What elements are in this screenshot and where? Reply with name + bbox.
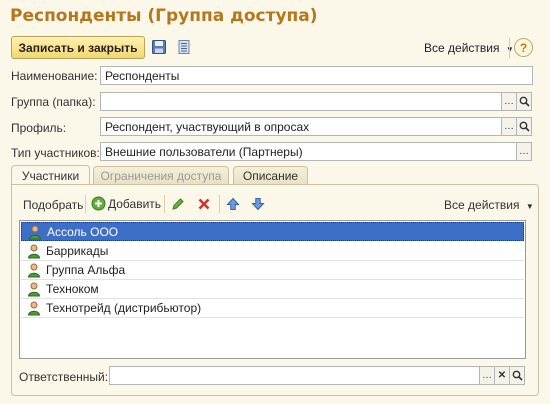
group-label: Группа (папка): [11,95,96,109]
user-icon [27,244,41,259]
arrow-down-icon [251,198,265,211]
pencil-icon [172,198,184,210]
ellipsis-icon: … [504,121,514,132]
profile-field[interactable]: Респондент, участвующий в опросах [100,117,502,136]
responsible-open-button[interactable] [510,366,525,385]
search-icon [519,96,530,107]
name-field[interactable]: Респонденты [100,66,533,85]
ellipsis-icon: … [519,146,529,157]
arrow-up-icon [226,197,240,210]
profile-select-button[interactable]: … [502,117,517,136]
list-item-label: Технотрейд (дистрибьютор) [46,301,202,315]
help-icon: ? [519,40,528,55]
list-item-label: Техноком [46,282,99,296]
window-title: Респонденты (Группа доступа) [10,6,318,26]
list-icon[interactable] [176,39,192,58]
pick-button[interactable]: Подобрать [23,198,83,212]
tab-access-restrictions[interactable]: Ограничения доступа [93,166,229,185]
search-icon [519,121,530,132]
add-button[interactable]: Добавить [91,196,161,211]
delete-button[interactable] [197,197,211,214]
help-button[interactable]: ? [514,38,533,57]
edit-button[interactable] [171,197,185,214]
user-icon [27,282,41,297]
participants-type-field[interactable]: Внешние пользователи (Партнеры) [100,142,517,161]
save-and-close-button[interactable]: Записать и закрыть [11,36,145,59]
all-actions-label: Все действия [424,41,500,55]
toolbar-separator [85,195,86,213]
chevron-down-icon: ▼ [525,202,534,211]
list-item[interactable]: Технотрейд (дистрибьютор) [21,299,524,318]
save-icon[interactable] [151,39,167,58]
clear-icon: ✕ [497,370,507,381]
all-actions-menu[interactable]: Все действия ▼ [424,41,514,55]
ellipsis-icon: … [482,370,492,381]
responsible-clear-button[interactable]: ✕ [495,366,510,385]
add-label: Добавить [108,196,162,211]
participants-type-label: Тип участников: [11,146,100,160]
group-open-button[interactable] [517,92,532,111]
list-item[interactable]: Ассоль ООО [21,222,524,241]
add-icon [91,196,106,211]
responsible-select-button[interactable]: … [480,366,495,385]
user-icon [28,225,42,239]
tab-description[interactable]: Описание [233,166,308,185]
members-all-actions-menu[interactable]: Все действия ▼ [444,198,534,212]
responsible-label: Ответственный: [19,370,109,384]
user-icon [27,263,41,278]
user-icon [27,301,41,316]
profile-label: Профиль: [11,121,67,135]
group-select-button[interactable]: … [502,92,517,111]
list-item-label: Ассоль ООО [47,224,119,239]
members-all-actions-label: Все действия [444,198,520,212]
list-item-label: Группа Альфа [46,263,126,277]
group-field[interactable] [100,92,502,111]
list-item[interactable]: Группа Альфа [21,261,524,280]
move-down-button[interactable] [251,197,265,214]
name-label: Наименование: [11,69,98,83]
toolbar-separator [509,38,510,58]
move-up-button[interactable] [226,197,240,214]
participants-type-select-button[interactable]: … [517,142,532,161]
members-list[interactable]: Ассоль ООО Баррикады Группа Альфа Технок… [19,220,526,359]
toolbar-separator [164,195,165,213]
profile-open-button[interactable] [517,117,532,136]
list-item[interactable]: Баррикады [21,242,524,261]
toolbar-separator [219,195,220,213]
tab-participants[interactable]: Участники [11,165,90,185]
responsible-field[interactable] [109,366,480,385]
delete-icon [198,198,210,210]
list-item-label: Баррикады [46,244,109,258]
list-item[interactable]: Техноком [21,280,524,299]
ellipsis-icon: … [504,96,514,107]
search-icon [512,370,523,381]
